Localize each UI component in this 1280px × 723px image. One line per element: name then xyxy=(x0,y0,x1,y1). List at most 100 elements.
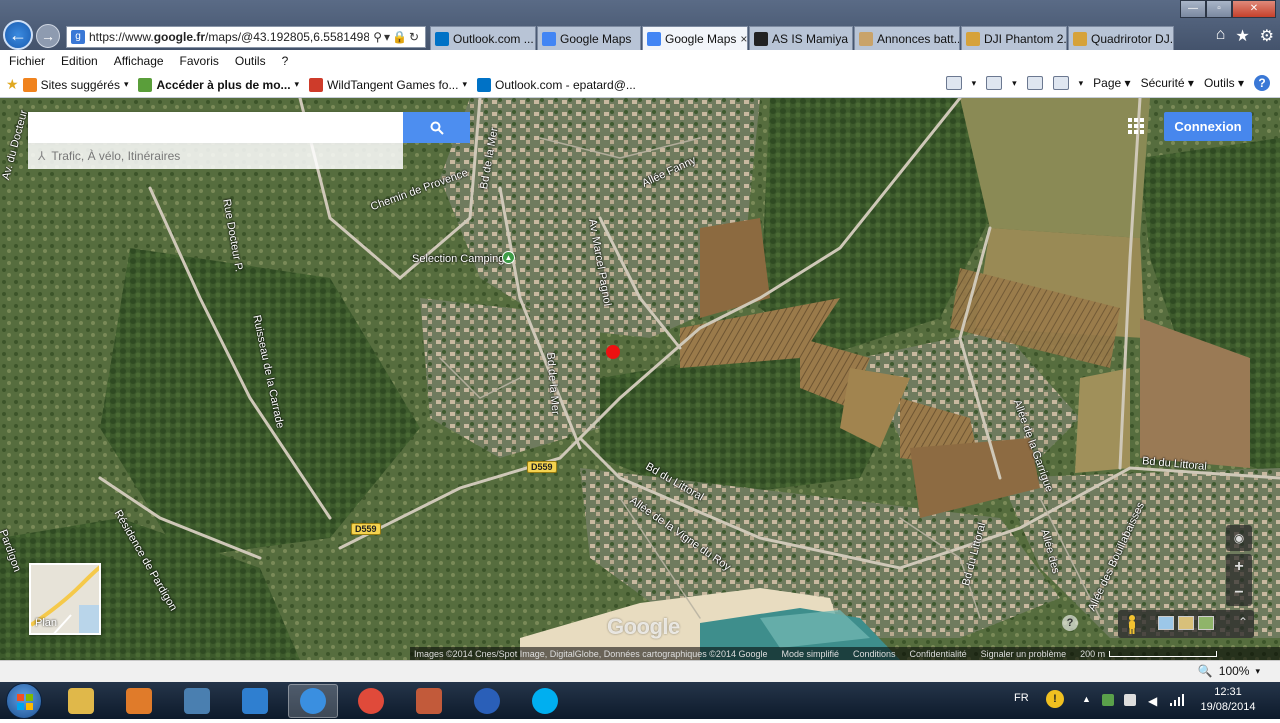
favorite-label: WildTangent Games fo... xyxy=(327,77,459,92)
expand-icon[interactable]: ⌃ xyxy=(1238,615,1248,629)
menu-affichage[interactable]: Affichage xyxy=(114,54,164,68)
report-problem-link[interactable]: Signaler un problème xyxy=(981,649,1067,659)
command-bar: ▾ ▾ ▾ Page ▾ Sécurité ▾ Outils ▾ ? xyxy=(945,75,1270,91)
forward-button[interactable]: → xyxy=(36,24,60,48)
start-button[interactable] xyxy=(6,683,42,719)
favorite-dropdown-icon[interactable]: ▾ xyxy=(295,79,300,90)
satellite-imagery[interactable] xyxy=(0,98,1280,660)
home-cmd-icon[interactable] xyxy=(945,76,962,90)
favorite-item-3[interactable]: Outlook.com - epatard@... xyxy=(476,77,636,92)
address-bar[interactable]: g https://www.google.fr/maps/@43.192805,… xyxy=(66,26,426,48)
mail-icon[interactable] xyxy=(1026,76,1043,90)
favorite-dropdown-icon[interactable]: ▾ xyxy=(462,79,467,90)
taskbar-app-explorer[interactable] xyxy=(56,684,106,718)
address-tools-icon[interactable]: ⚲▾🔒↻ xyxy=(369,30,425,44)
security-menu[interactable]: Sécurité ▾ xyxy=(1141,76,1194,90)
tab-label: Quadrirotor DJ... xyxy=(1091,31,1174,46)
road-badge-d559-west: D559 xyxy=(351,523,381,535)
clock[interactable]: 12:31 19/08/2014 xyxy=(1198,685,1258,715)
zoom-level-value: 100% xyxy=(1218,664,1250,678)
plan-label: Plan xyxy=(35,617,58,629)
language-indicator[interactable]: FR xyxy=(1014,692,1029,704)
menu-edition[interactable]: Edition xyxy=(61,54,98,68)
google-favicon-icon: g xyxy=(71,30,85,44)
page-menu[interactable]: Page ▾ xyxy=(1093,76,1130,90)
menu-favoris[interactable]: Favoris xyxy=(180,54,219,68)
directions-suggest[interactable]: ⅄ Trafic, À vélo, Itinéraires xyxy=(28,143,403,169)
favorite-item-0[interactable]: Sites suggérés ▾ xyxy=(22,77,129,92)
map-view[interactable]: Av. du Docteur Rue Docteur P. Chemin de … xyxy=(0,98,1280,660)
tab-favicon-icon xyxy=(647,31,661,46)
taskbar-app-printer-app[interactable] xyxy=(404,684,454,718)
tab-6[interactable]: Quadrirotor DJ... xyxy=(1068,26,1174,50)
tab-0[interactable]: Outlook.com ... xyxy=(430,26,536,50)
zoom-out-button[interactable]: − xyxy=(1226,580,1252,606)
camping-icon[interactable]: ▲ xyxy=(502,251,515,264)
menu-outils[interactable]: Outils xyxy=(235,54,266,68)
favorite-item-2[interactable]: WildTangent Games fo... ▾ xyxy=(309,77,467,92)
menu-help[interactable]: ? xyxy=(282,54,289,68)
layer-thumb-photos[interactable] xyxy=(1178,616,1194,630)
taskbar-app-skype[interactable] xyxy=(520,684,570,718)
layer-thumb-terrain[interactable] xyxy=(1198,616,1214,630)
printer-app-icon xyxy=(416,688,442,714)
terms-link[interactable]: Conditions xyxy=(853,649,896,659)
taskbar-app-chrome[interactable] xyxy=(346,684,396,718)
taskbar-app-internet-explorer[interactable] xyxy=(288,684,338,718)
tab-favicon-icon xyxy=(1073,31,1087,46)
zoom-level-control[interactable]: 🔍 100% ▾ xyxy=(1198,664,1260,678)
back-button[interactable]: ← xyxy=(3,20,33,50)
search-input[interactable] xyxy=(28,112,403,143)
tab-4[interactable]: Annonces batt... xyxy=(854,26,960,50)
volume-icon[interactable]: ◀ xyxy=(1148,694,1160,708)
taskbar-app-hp-app[interactable] xyxy=(230,684,280,718)
location-pin[interactable] xyxy=(606,345,620,359)
network-icon[interactable] xyxy=(1170,694,1184,706)
plan-toggle[interactable]: Plan xyxy=(29,563,101,635)
zoom-in-button[interactable]: + xyxy=(1226,554,1252,580)
apps-grid-icon[interactable] xyxy=(1128,118,1144,134)
tray-expand-icon[interactable]: ▲ xyxy=(1082,694,1094,706)
home-icon[interactable]: ⌂ xyxy=(1216,26,1226,46)
privacy-link[interactable]: Confidentialité xyxy=(910,649,967,659)
taskbar-app-camera-app[interactable] xyxy=(172,684,222,718)
internet-explorer-icon xyxy=(300,688,326,714)
favorite-item-1[interactable]: Accéder à plus de mo... ▾ xyxy=(138,77,300,92)
favorites-star-icon[interactable]: ★ xyxy=(1235,26,1249,46)
tab-favicon-icon xyxy=(966,31,980,46)
menu-fichier[interactable]: Fichier xyxy=(9,54,45,68)
tab-5[interactable]: DJI Phantom 2... xyxy=(961,26,1067,50)
browser-title-bar: — ▫ ✕ ← → g https://www.google.fr/maps/@… xyxy=(0,0,1280,50)
tab-3[interactable]: AS IS Mamiya ... xyxy=(749,26,853,50)
layer-thumb-earth[interactable] xyxy=(1158,616,1174,630)
settings-gear-icon[interactable]: ⚙ xyxy=(1260,26,1274,46)
tools-menu[interactable]: Outils ▾ xyxy=(1204,76,1244,90)
print-icon[interactable] xyxy=(1052,76,1069,90)
tab-close-icon[interactable]: × xyxy=(740,32,747,46)
warning-icon[interactable]: ! xyxy=(1046,690,1064,708)
tab-2[interactable]: Google Maps × xyxy=(642,26,748,50)
rss-icon[interactable] xyxy=(986,76,1003,90)
tray-app-icon[interactable] xyxy=(1102,694,1114,706)
pegman-icon[interactable] xyxy=(1126,614,1138,634)
tray-device-icon[interactable] xyxy=(1124,694,1136,706)
help-icon[interactable]: ? xyxy=(1254,75,1270,91)
search-icon xyxy=(430,121,444,135)
close-window-button[interactable]: ✕ xyxy=(1232,0,1276,18)
favorite-dropdown-icon[interactable]: ▾ xyxy=(124,79,129,90)
tab-1[interactable]: Google Maps xyxy=(537,26,641,50)
maximize-button[interactable]: ▫ xyxy=(1206,0,1232,18)
favorites-star-add-icon[interactable]: ★ xyxy=(6,76,19,93)
menu-bar: Fichier Edition Affichage Favoris Outils… xyxy=(0,50,1280,72)
help-question-icon[interactable]: ? xyxy=(1062,615,1078,631)
scale-bar[interactable]: 200 m xyxy=(1080,649,1218,659)
simplified-mode-link[interactable]: Mode simplifié xyxy=(781,649,839,659)
search-button[interactable] xyxy=(403,112,470,143)
my-location-icon[interactable]: ◉ xyxy=(1226,525,1252,551)
minimize-button[interactable]: — xyxy=(1180,0,1206,18)
taskbar-app-media-player[interactable] xyxy=(114,684,164,718)
tab-label: Outlook.com ... xyxy=(453,31,534,46)
connexion-button[interactable]: Connexion xyxy=(1164,112,1252,141)
skype-icon xyxy=(532,688,558,714)
taskbar-app-globe-app[interactable] xyxy=(462,684,512,718)
